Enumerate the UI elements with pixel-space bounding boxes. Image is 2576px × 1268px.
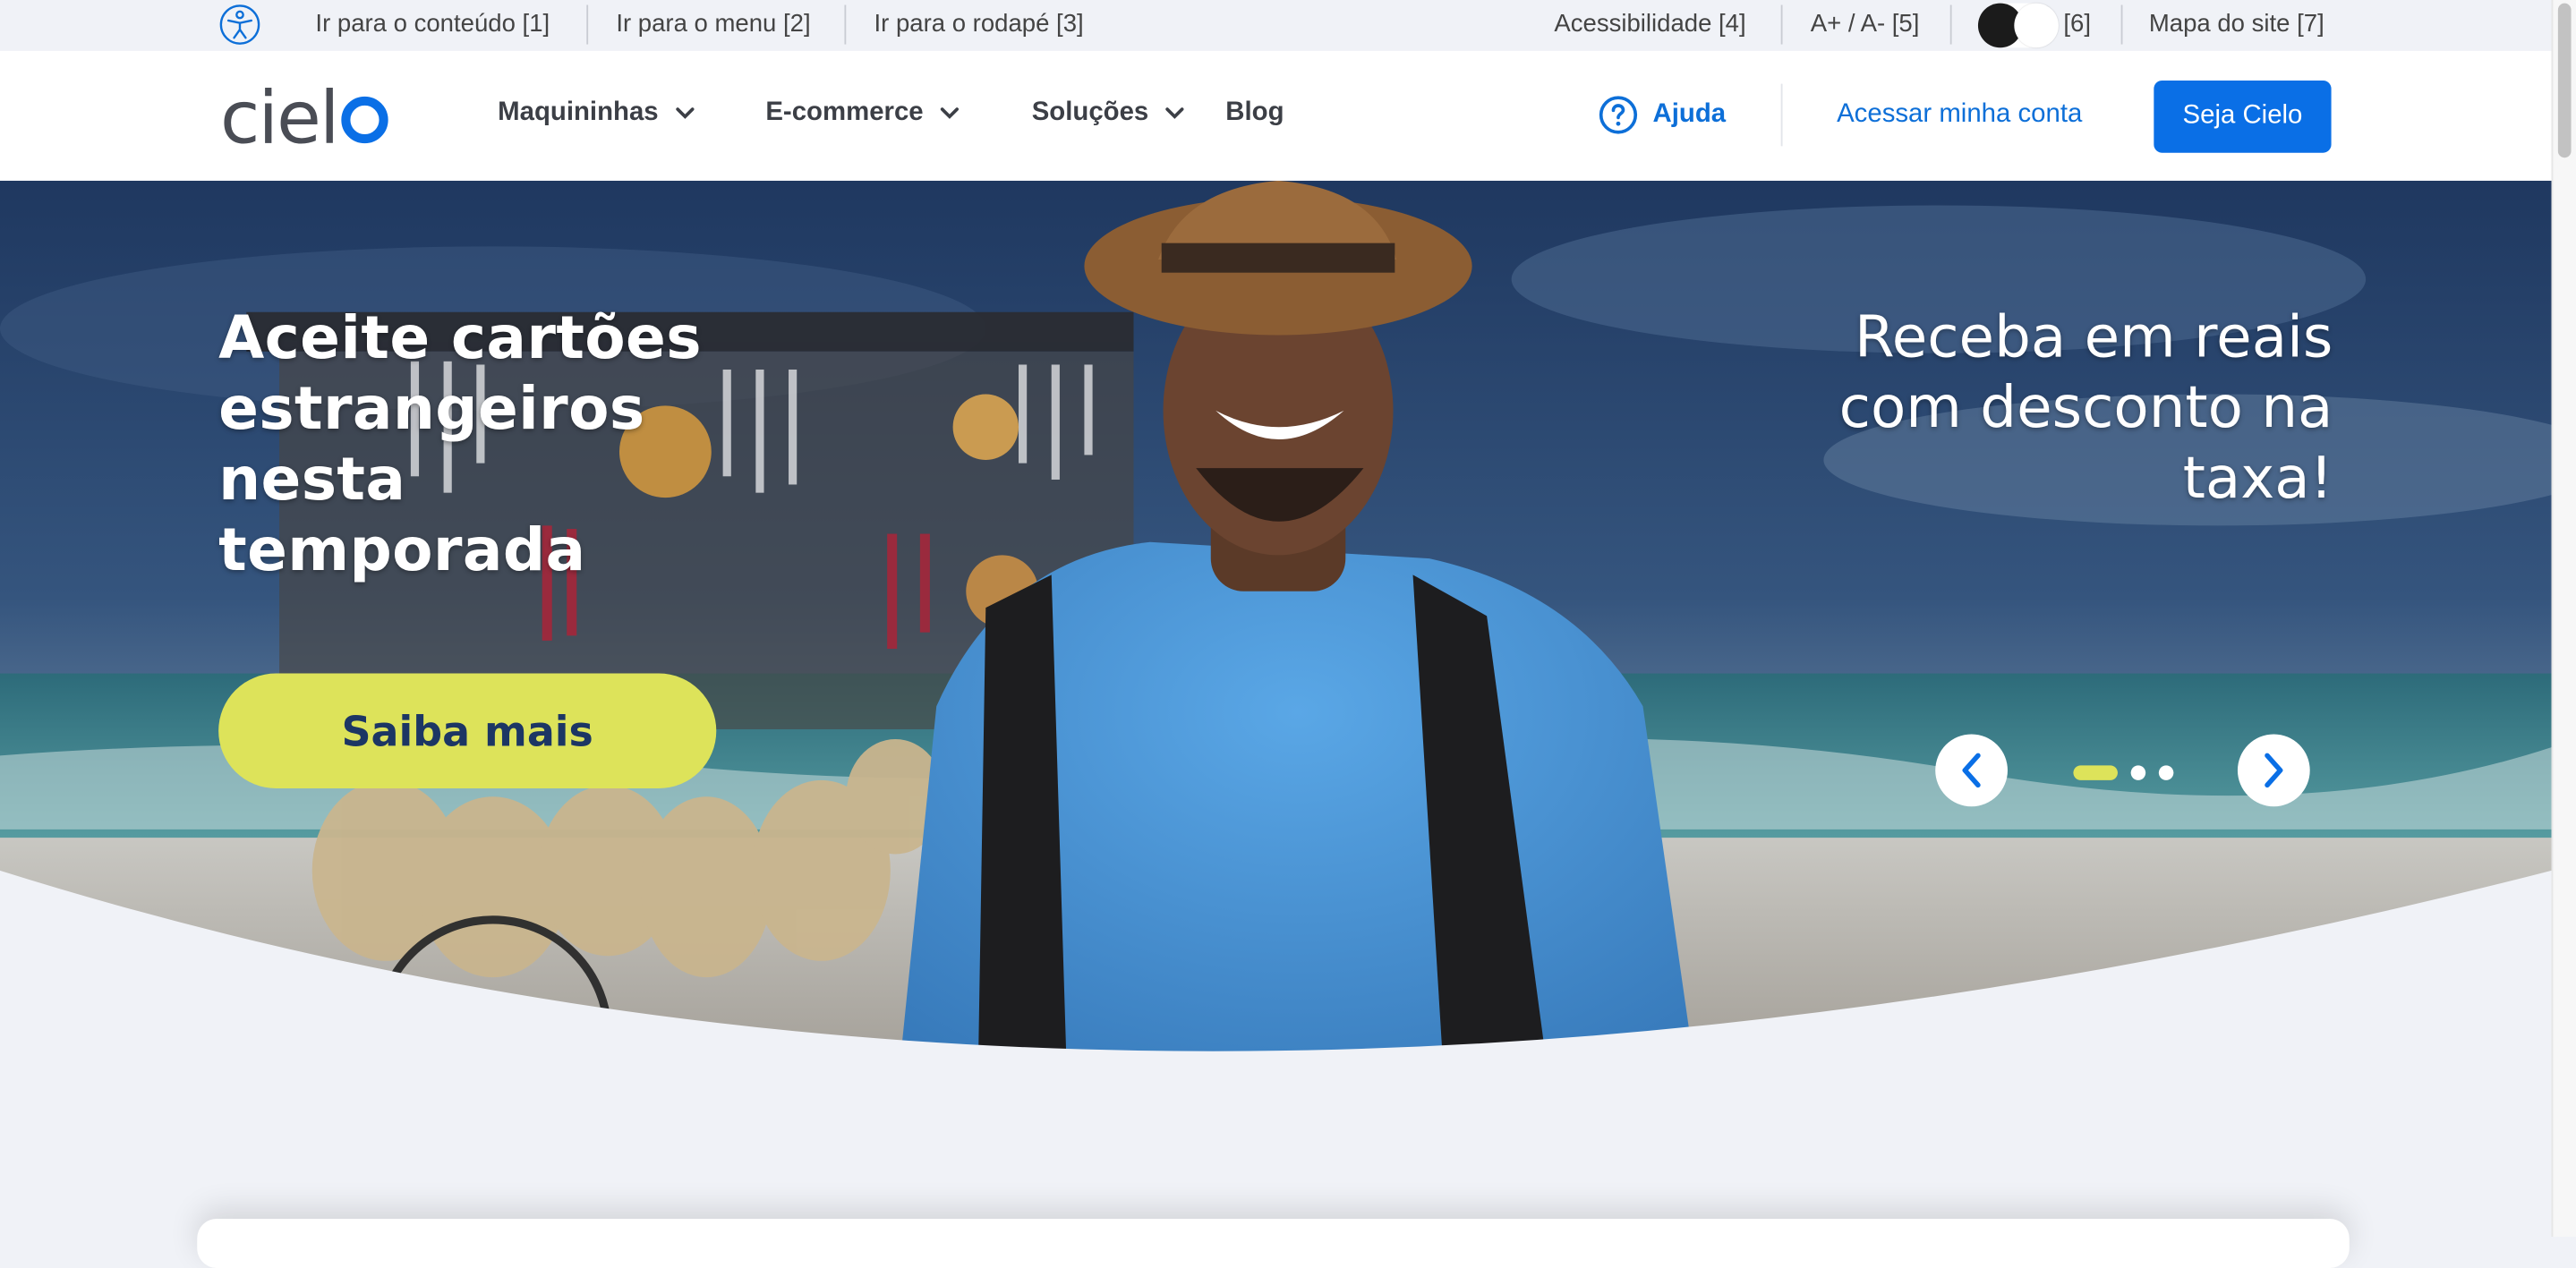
contrast-light-knob [2014,3,2059,48]
accessibility-link[interactable]: Acessibilidade [4] [1554,10,1745,38]
carousel-dot-active[interactable] [2073,765,2118,780]
carousel-dot[interactable] [2130,765,2146,780]
nav-label: Soluções [1031,98,1149,127]
carousel-next-button[interactable] [2237,734,2310,807]
help-label: Ajuda [1652,99,1727,129]
scrollbar-thumb[interactable] [2557,3,2572,158]
account-login-link[interactable]: Acessar minha conta [1837,100,2082,130]
content-card [197,1218,2350,1268]
divider [844,4,847,45]
nav-ecommerce[interactable]: E-commerce [765,98,960,128]
scrollbar[interactable] [2551,0,2576,1238]
carousel-prev-button[interactable] [1935,734,2008,807]
help-circle-icon [1599,96,1638,134]
nav-blog[interactable]: Blog [1225,98,1284,128]
carousel-dot[interactable] [2158,765,2174,780]
nav-solucoes[interactable]: Soluções [1032,98,1185,128]
contrast-shortcut-label: [6] [2063,10,2092,38]
nav-label: Blog [1225,98,1284,127]
hero-title: Aceite cartões estrangeiros nesta tempor… [218,305,702,585]
contrast-toggle[interactable] [1977,3,2059,48]
skip-to-content-link[interactable]: Ir para o conteúdo [1] [315,10,550,38]
font-size-link[interactable]: A+ / A- [5] [1811,10,1920,38]
seja-cielo-button[interactable]: Seja Cielo [2154,80,2332,153]
chevron-left-icon [1962,753,1981,788]
site-header: ciel Maquininhas E-commerce Soluções Blo… [0,50,2552,181]
chevron-down-icon [940,107,960,119]
nav-label: E-commerce [765,98,924,127]
cielo-logo[interactable]: ciel [220,77,391,153]
saiba-mais-button[interactable]: Saiba mais [218,673,717,789]
chevron-down-icon [1165,107,1184,119]
divider [1780,83,1783,147]
divider [1780,4,1783,45]
chevron-down-icon [675,107,695,119]
divider [586,4,589,45]
skip-to-footer-link[interactable]: Ir para o rodapé [3] [874,10,1083,38]
divider [1949,4,1952,45]
sitemap-link[interactable]: Mapa do site [7] [2149,10,2324,38]
help-link[interactable]: Ajuda [1599,95,1726,134]
accessibility-icon[interactable] [218,4,261,47]
nav-label: Maquininhas [498,98,659,127]
nav-maquininhas[interactable]: Maquininhas [498,98,695,128]
divider [2120,4,2123,45]
accessibility-bar: Ir para o conteúdo [1] Ir para o menu [2… [0,0,2552,51]
hero-subtitle: Receba em reais com desconto na taxa! [1838,305,2333,513]
hero-banner: Aceite cartões estrangeiros nesta tempor… [0,180,2552,1109]
skip-to-menu-link[interactable]: Ir para o menu [2] [616,10,810,38]
chevron-right-icon [2265,753,2283,788]
svg-text:ciel: ciel [220,77,338,152]
